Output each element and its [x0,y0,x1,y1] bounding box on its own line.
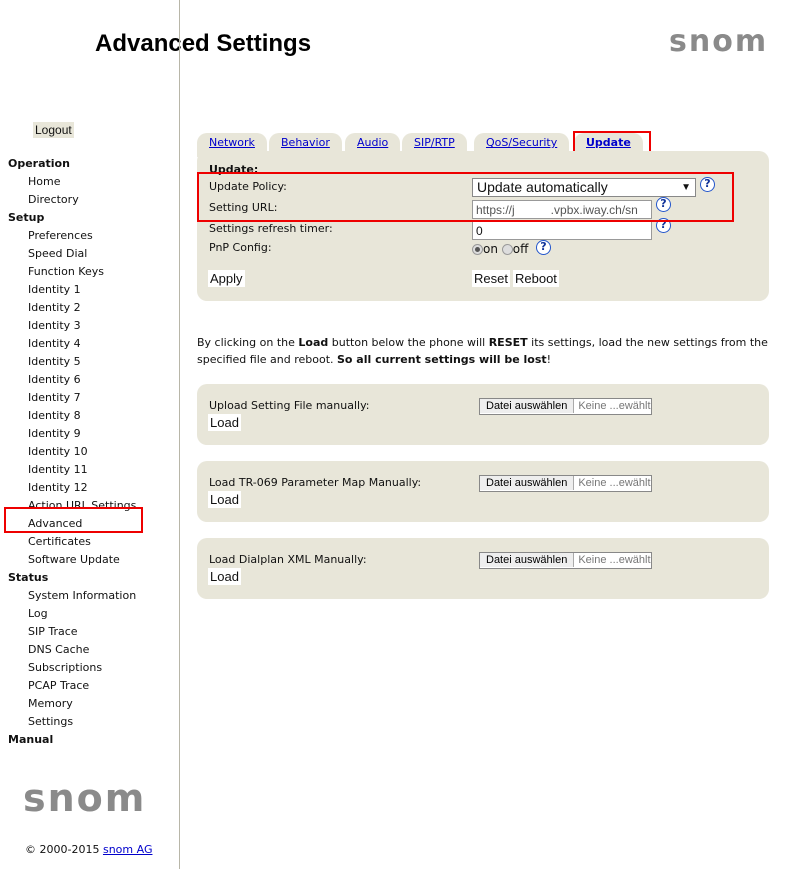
sidebar-item-preferences[interactable]: Preferences [8,227,136,245]
logout-button[interactable]: Logout [33,122,74,138]
snom-logo: snom [669,24,769,59]
sidebar-item-certificates[interactable]: Certificates [8,533,136,551]
upload-label: Upload Setting File manually: [209,399,370,412]
sidebar-item-dns-cache[interactable]: DNS Cache [8,641,136,659]
pnp-off-label: off [512,242,529,256]
choose-file-button[interactable]: Datei auswählen [480,476,575,490]
help-icon[interactable]: ? [656,218,671,233]
copyright-text: © 2000-2015 [25,843,100,856]
sidebar-item-pcap-trace[interactable]: PCAP Trace [8,677,136,695]
help-icon[interactable]: ? [656,197,671,212]
no-file-chosen: Keine ...ewählt [578,554,651,566]
sidebar-section-status[interactable]: Status [8,569,136,587]
update-policy-label: Update Policy: [209,180,287,193]
pnp-config-label: PnP Config: [209,241,272,254]
file-input[interactable]: Datei auswählen Keine ...ewählt [479,398,652,415]
sidebar-item-home[interactable]: Home [8,173,136,191]
sidebar-section-manual[interactable]: Manual [8,731,136,749]
sidebar-section-setup[interactable]: Setup [8,209,136,227]
refresh-timer-input[interactable]: 0 [472,221,652,240]
warning-text: ! [546,353,552,366]
setting-url-input[interactable]: https://j .vpbx.iway.ch/sn [472,200,652,219]
reset-button[interactable]: Reset [472,270,510,287]
pnp-radio-group: on off [472,242,528,256]
sidebar-item-identity-5[interactable]: Identity 5 [8,353,136,371]
sidebar-item-identity-11[interactable]: Identity 11 [8,461,136,479]
load-button[interactable]: Load [208,491,241,508]
no-file-chosen: Keine ...ewählt [578,477,651,489]
upload-label: Load Dialplan XML Manually: [209,553,367,566]
sidebar-item-settings[interactable]: Settings [8,713,136,731]
sidebar-item-identity-4[interactable]: Identity 4 [8,335,136,353]
sidebar-item-software-update[interactable]: Software Update [8,551,136,569]
pnp-off-radio[interactable] [501,244,513,255]
sidebar-item-identity-7[interactable]: Identity 7 [8,389,136,407]
sidebar-item-identity-6[interactable]: Identity 6 [8,371,136,389]
warning-bold: RESET [488,336,528,349]
warning-text: button below the phone will [328,336,489,349]
sidebar-nav: Operation Home Directory Setup Preferences Sp… [8,155,136,749]
sidebar-item-identity-12[interactable]: Identity 12 [8,479,136,497]
reset-warning: By clicking on the Load button below the… [197,334,772,368]
refresh-timer-label: Settings refresh timer: [209,222,333,235]
sidebar-item-function-keys[interactable]: Function Keys [8,263,136,281]
sidebar-item-directory[interactable]: Directory [8,191,136,209]
update-policy-value: Update automatically [477,179,608,195]
sidebar-item-speed-dial[interactable]: Speed Dial [8,245,136,263]
sidebar-item-identity-3[interactable]: Identity 3 [8,317,136,335]
warning-bold: So all current settings will be lost [337,353,547,366]
apply-button[interactable]: Apply [208,270,245,287]
sidebar-item-identity-9[interactable]: Identity 9 [8,425,136,443]
warning-bold: Load [298,336,329,349]
sidebar-section-operation[interactable]: Operation [8,155,136,173]
sidebar-item-identity-2[interactable]: Identity 2 [8,299,136,317]
update-policy-select[interactable]: Update automatically ▼ [472,178,696,197]
sidebar-item-log[interactable]: Log [8,605,136,623]
sidebar-item-system-information[interactable]: System Information [8,587,136,605]
pnp-on-radio[interactable] [472,244,483,255]
sidebar-item-action-url-settings[interactable]: Action URL Settings [8,497,136,515]
pnp-on-label: on [483,242,498,256]
sidebar-item-identity-1[interactable]: Identity 1 [8,281,136,299]
sidebar-item-advanced[interactable]: Advanced [8,515,136,533]
setting-url-label: Setting URL: [209,201,278,214]
file-input[interactable]: Datei auswählen Keine ...ewählt [479,475,652,492]
sidebar-item-sip-trace[interactable]: SIP Trace [8,623,136,641]
choose-file-button[interactable]: Datei auswählen [480,399,575,413]
sidebar-item-subscriptions[interactable]: Subscriptions [8,659,136,677]
chevron-down-icon: ▼ [681,182,691,193]
snom-logo: snom [23,776,147,820]
sidebar: Logout Operation Home Directory Setup Prefer… [0,0,180,869]
file-input[interactable]: Datei auswählen Keine ...ewählt [479,552,652,569]
no-file-chosen: Keine ...ewählt [578,400,651,412]
snom-ag-link[interactable]: snom AG [103,843,153,856]
reboot-button[interactable]: Reboot [513,270,559,287]
warning-text: By clicking on the [197,336,299,349]
sidebar-item-memory[interactable]: Memory [8,695,136,713]
load-button[interactable]: Load [208,414,241,431]
choose-file-button[interactable]: Datei auswählen [480,553,575,567]
copyright: © 2000-2015 snom AG [25,843,152,856]
update-heading: Update: [209,163,259,176]
upload-label: Load TR-069 Parameter Map Manually: [209,476,422,489]
load-button[interactable]: Load [208,568,241,585]
sidebar-item-identity-10[interactable]: Identity 10 [8,443,136,461]
help-icon[interactable]: ? [700,177,715,192]
update-panel: Update: Update Policy: Update automatica… [197,151,769,301]
help-icon[interactable]: ? [536,240,551,255]
sidebar-item-identity-8[interactable]: Identity 8 [8,407,136,425]
